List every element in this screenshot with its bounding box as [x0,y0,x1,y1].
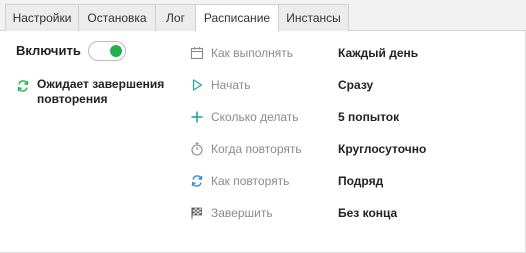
enable-label: Включить [16,43,81,58]
row-value: Подряд [338,174,384,188]
tab-bar: Настройки Остановка Лог Расписание Инста… [0,0,526,32]
status-text: Ожидает завершения повторения [37,77,165,106]
repeat-icon [190,174,204,188]
toggle-knob [110,45,122,57]
row-label: Как повторять [211,174,290,188]
calendar-icon [190,46,204,60]
stopwatch-icon [190,142,204,156]
tab-log[interactable]: Лог [155,4,196,31]
row-value: Без конца [338,206,398,220]
row-label: Как выполнять [211,46,294,60]
row-how-repeat[interactable]: Как повторять Подряд [190,173,520,191]
tab-stop[interactable]: Остановка [78,4,156,31]
tab-settings[interactable]: Настройки [5,4,79,31]
play-icon [190,78,204,92]
row-how-many[interactable]: Сколько делать 5 попыток [190,109,520,127]
row-label: Завершить [211,206,273,220]
row-label: Когда повторять [211,142,302,156]
repeat-icon [16,79,30,93]
schedule-panel: Включить Ожидает завершения повторения К… [0,31,526,253]
tab-instances[interactable]: Инстансы [278,4,349,31]
checkered-flag-icon [190,206,204,220]
row-value: Круглосуточно [338,142,427,156]
plus-icon [190,110,204,124]
tab-schedule[interactable]: Расписание [195,4,279,32]
row-value: Каждый день [338,46,419,60]
row-value: Сразу [338,78,374,92]
row-start[interactable]: Начать Сразу [190,77,520,95]
row-how-run[interactable]: Как выполнять Каждый день [190,45,520,63]
row-label: Сколько делать [211,110,299,124]
row-when-repeat[interactable]: Когда повторять Круглосуточно [190,141,520,159]
row-finish[interactable]: Завершить Без конца [190,205,520,223]
enable-toggle[interactable] [88,41,126,61]
row-value: 5 попыток [338,110,400,124]
row-label: Начать [211,78,251,92]
